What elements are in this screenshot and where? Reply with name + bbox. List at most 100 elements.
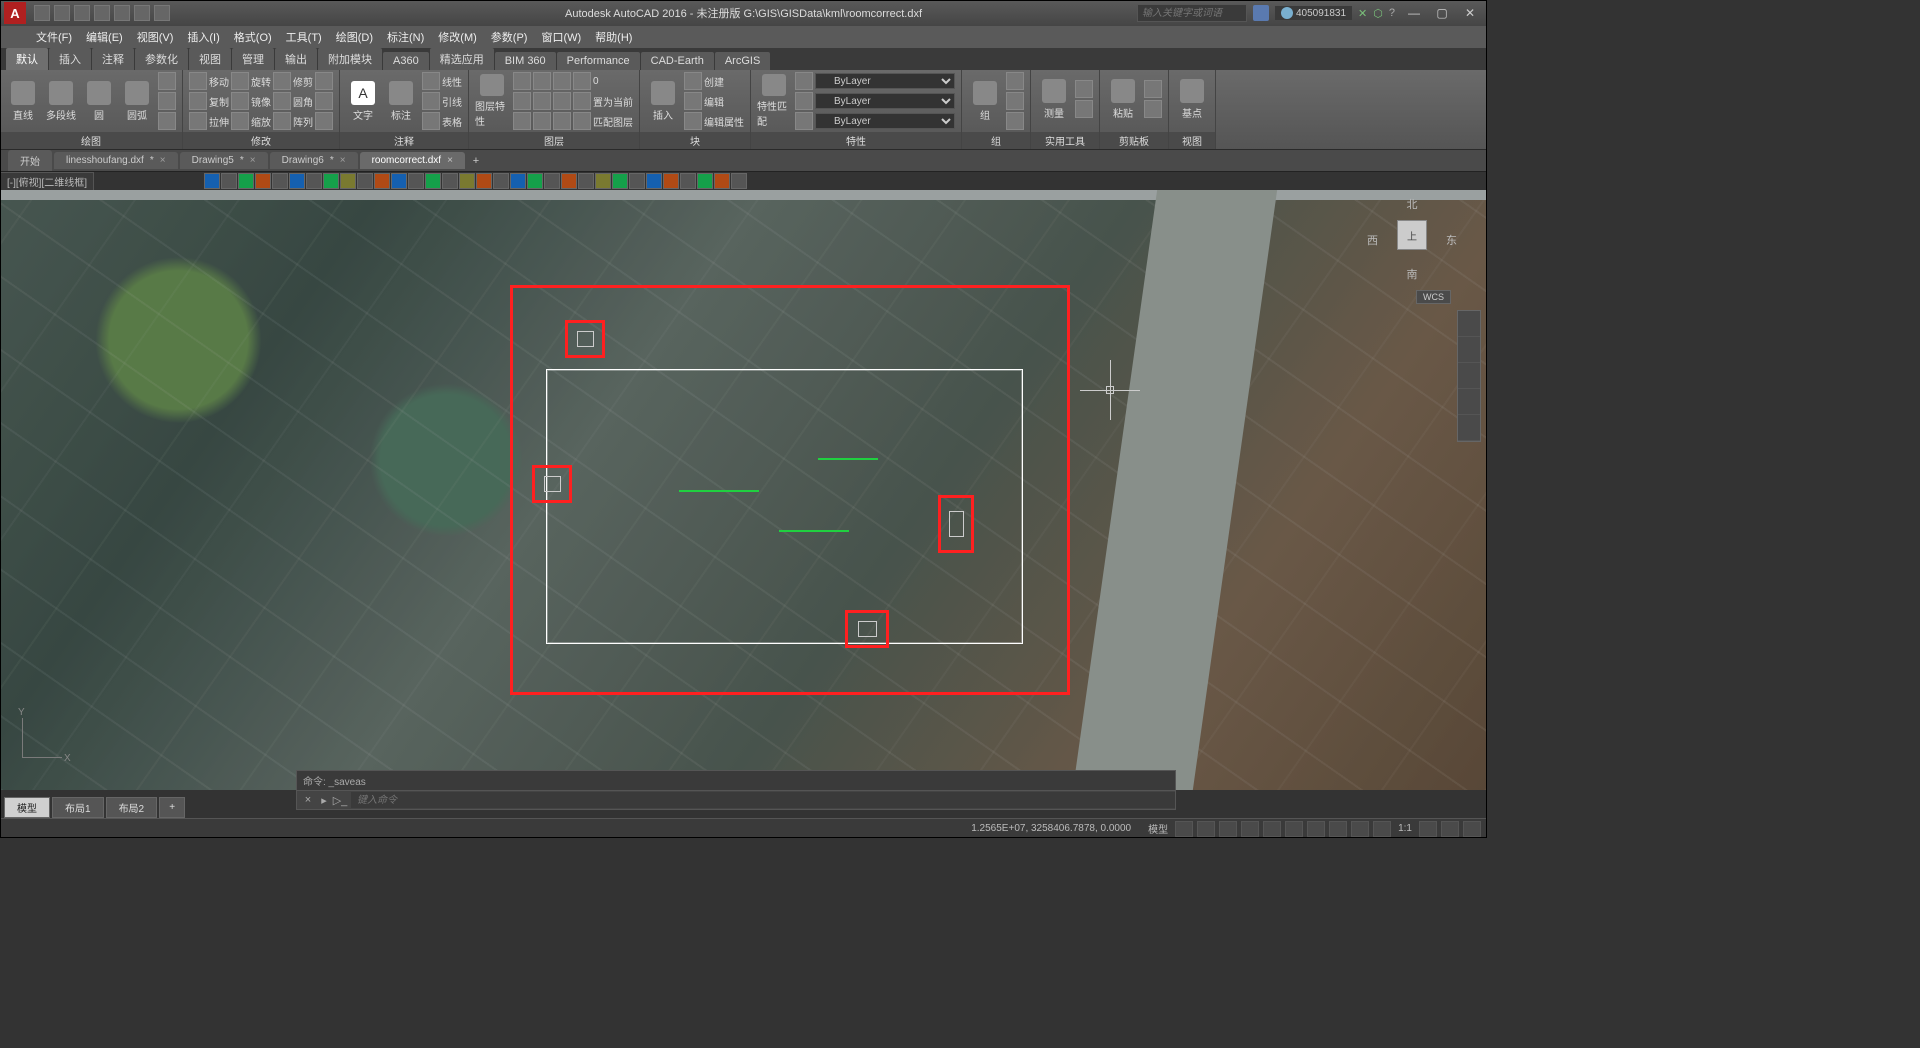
layer-props-button[interactable]: 图层特性 — [475, 74, 509, 128]
nav-pan-icon[interactable] — [1458, 337, 1480, 363]
toolbar-icon[interactable] — [323, 173, 339, 189]
linetype-icon[interactable] — [795, 112, 813, 130]
rotate-icon[interactable] — [231, 72, 249, 90]
layer-state-icon[interactable] — [573, 72, 591, 90]
close-tab-icon[interactable]: × — [340, 155, 346, 166]
exchange-icon[interactable]: ✕ — [1358, 7, 1367, 20]
toolbar-icon[interactable] — [612, 173, 628, 189]
ribbon-tab-default[interactable]: 默认 — [6, 48, 48, 70]
ribbon-tab-performance[interactable]: Performance — [557, 52, 640, 70]
toolbar-icon[interactable] — [374, 173, 390, 189]
toolbar-icon[interactable] — [442, 173, 458, 189]
ribbon-tab-cadearth[interactable]: CAD-Earth — [641, 52, 714, 70]
layer-color-select[interactable]: ByLayer — [815, 73, 955, 89]
ribbon-tab-insert[interactable]: 插入 — [49, 48, 91, 70]
a360-icon[interactable]: ⬡ — [1373, 7, 1383, 20]
polyline-button[interactable]: 多段线 — [44, 74, 78, 128]
toolbar-icon[interactable] — [391, 173, 407, 189]
ribbon-tab-addins[interactable]: 附加模块 — [318, 48, 382, 70]
linetype-select[interactable]: ByLayer — [815, 113, 955, 129]
file-tab[interactable]: Drawing6*× — [270, 152, 358, 169]
layer-tool-icon[interactable] — [533, 112, 551, 130]
anno-toggle-icon[interactable] — [1419, 821, 1437, 837]
lwt-toggle-icon[interactable] — [1307, 821, 1325, 837]
close-tab-icon[interactable]: × — [160, 155, 166, 166]
ribbon-tab-annotate[interactable]: 注释 — [92, 48, 134, 70]
toolbar-icon[interactable] — [221, 173, 237, 189]
otrack-toggle-icon[interactable] — [1285, 821, 1303, 837]
toolbar-icon[interactable] — [697, 173, 713, 189]
add-tab-button[interactable]: + — [467, 152, 485, 170]
qat-redo-icon[interactable] — [154, 5, 170, 21]
info-icon[interactable] — [1253, 5, 1269, 21]
qat-new-icon[interactable] — [34, 5, 50, 21]
line-button[interactable]: 直线 — [6, 74, 40, 128]
lineweight-select[interactable]: ByLayer — [815, 93, 955, 109]
model-toggle[interactable]: 模型 — [1145, 821, 1171, 836]
qat-open-icon[interactable] — [54, 5, 70, 21]
file-tab[interactable]: Drawing5*× — [180, 152, 268, 169]
menu-parametric[interactable]: 参数(P) — [485, 27, 534, 47]
transparency-toggle-icon[interactable] — [1329, 821, 1347, 837]
circle-button[interactable]: 圆 — [82, 74, 116, 128]
nav-showmotion-icon[interactable] — [1458, 415, 1480, 441]
measure-button[interactable]: 测量 — [1037, 72, 1071, 126]
polar-toggle-icon[interactable] — [1241, 821, 1259, 837]
command-input[interactable] — [351, 792, 1175, 808]
layer-tool-icon[interactable] — [533, 92, 551, 110]
viewcube-face[interactable]: 上 — [1397, 220, 1427, 250]
layer-tool-icon[interactable] — [573, 92, 591, 110]
ribbon-tab-a360[interactable]: A360 — [383, 52, 429, 70]
explode-icon[interactable] — [315, 92, 333, 110]
toolbar-icon[interactable] — [425, 173, 441, 189]
group-tool-icon[interactable] — [1006, 92, 1024, 110]
make-current-icon[interactable] — [513, 92, 531, 110]
menu-draw[interactable]: 绘图(D) — [330, 27, 379, 47]
user-badge[interactable]: 405091831 — [1275, 6, 1352, 20]
match-layer-icon[interactable] — [513, 112, 531, 130]
qat-saveas-icon[interactable] — [94, 5, 110, 21]
ribbon-tab-bim360[interactable]: BIM 360 — [495, 52, 556, 70]
linear-dim-icon[interactable] — [422, 72, 440, 90]
toolbar-icon[interactable] — [629, 173, 645, 189]
menu-dimension[interactable]: 标注(N) — [381, 27, 430, 47]
customize-icon[interactable] — [1463, 821, 1481, 837]
toolbar-icon[interactable] — [595, 173, 611, 189]
ortho-toggle-icon[interactable] — [1219, 821, 1237, 837]
ribbon-tab-parametric[interactable]: 参数化 — [135, 48, 188, 70]
help-icon[interactable]: ? — [1389, 7, 1395, 19]
draw-misc-icon[interactable] — [158, 112, 176, 130]
base-button[interactable]: 基点 — [1175, 72, 1209, 126]
toolbar-icon[interactable] — [357, 173, 373, 189]
group-button[interactable]: 组 — [968, 74, 1002, 128]
toolbar-icon[interactable] — [714, 173, 730, 189]
mirror-icon[interactable] — [231, 92, 249, 110]
ribbon-tab-view[interactable]: 视图 — [189, 48, 231, 70]
app-logo[interactable]: A — [4, 2, 26, 24]
viewcube-south[interactable]: 南 — [1367, 266, 1457, 282]
group-tool-icon[interactable] — [1006, 72, 1024, 90]
layout-tab[interactable]: 布局2 — [106, 797, 158, 818]
toolbar-icon[interactable] — [306, 173, 322, 189]
toolbar-icon[interactable] — [238, 173, 254, 189]
paste-button[interactable]: 粘贴 — [1106, 72, 1140, 126]
toolbar-icon[interactable] — [476, 173, 492, 189]
offset-icon[interactable] — [315, 112, 333, 130]
toolbar-icon[interactable] — [408, 173, 424, 189]
toolbar-icon[interactable] — [272, 173, 288, 189]
toolbar-icon[interactable] — [340, 173, 356, 189]
copy-clip-icon[interactable] — [1144, 100, 1162, 118]
layer-tool-icon[interactable] — [573, 112, 591, 130]
close-button[interactable]: ✕ — [1457, 4, 1483, 22]
ribbon-tab-arcgis[interactable]: ArcGIS — [715, 52, 770, 70]
group-tool-icon[interactable] — [1006, 112, 1024, 130]
edit-block-icon[interactable] — [684, 92, 702, 110]
toolbar-icon[interactable] — [731, 173, 747, 189]
add-layout-button[interactable]: + — [159, 797, 185, 818]
viewcube[interactable]: 北 南 西 东 上 — [1367, 196, 1457, 286]
copy-icon[interactable] — [189, 92, 207, 110]
fillet-icon[interactable] — [273, 92, 291, 110]
dimension-button[interactable]: 标注 — [384, 74, 418, 128]
leader-icon[interactable] — [422, 92, 440, 110]
toolbar-icon[interactable] — [680, 173, 696, 189]
